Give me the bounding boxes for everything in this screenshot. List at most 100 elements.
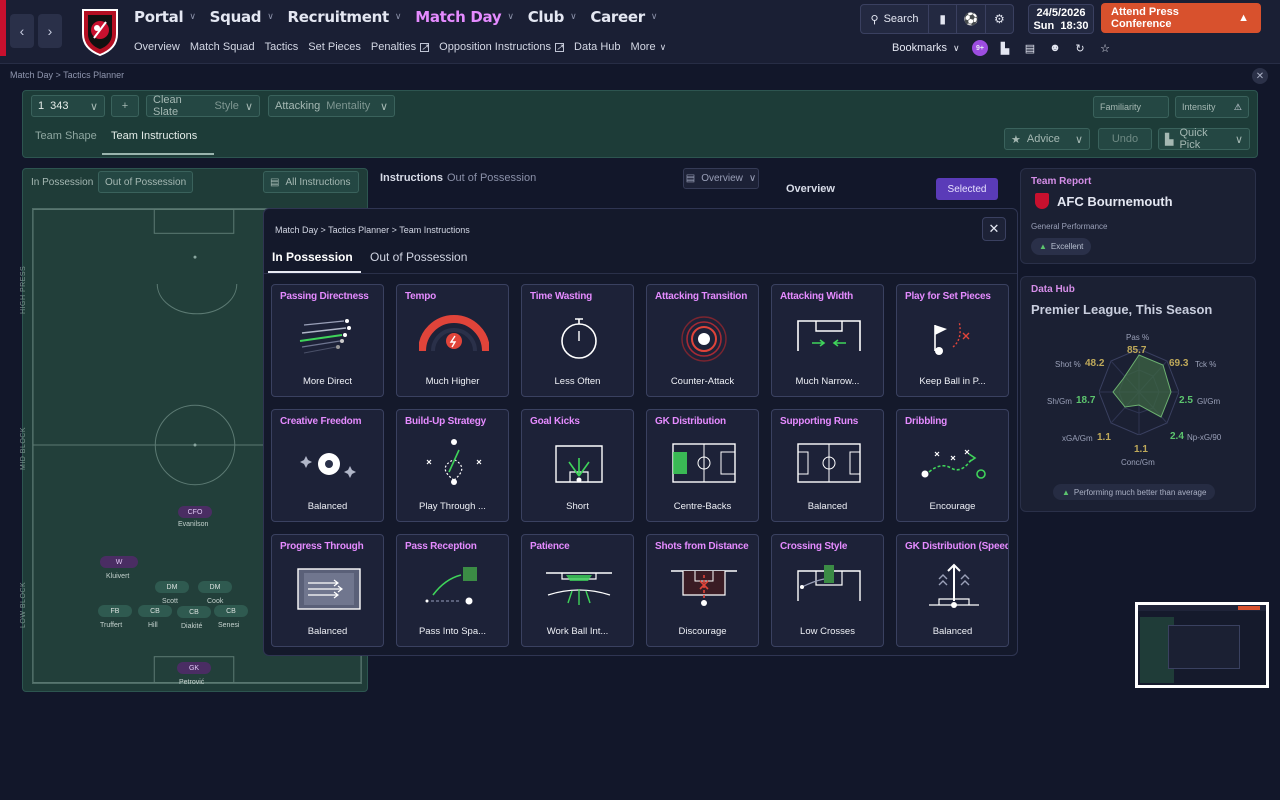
club-crest-icon[interactable] — [80, 6, 120, 56]
close-icon[interactable]: ✕ — [982, 217, 1006, 241]
clipboard-icon[interactable]: ▤ — [1022, 40, 1038, 56]
tab-out-of-possession[interactable]: Out of Possession — [370, 250, 467, 264]
radar-label: Sh/Gm — [1047, 397, 1072, 406]
instruction-card[interactable]: Goal Kicks Short — [521, 409, 634, 522]
close-icon[interactable]: ✕ — [1252, 68, 1268, 84]
player-position-gk[interactable]: GK — [177, 662, 211, 674]
sub-nav: Overview Match Squad Tactics Set Pieces … — [134, 41, 666, 53]
search-icon: ⚲ — [870, 13, 879, 26]
player-position-fb[interactable]: FB — [98, 605, 132, 617]
overview-select[interactable]: ▤ Overview ∨ — [683, 168, 759, 189]
instruction-card[interactable]: Patience Work Ball Int... — [521, 534, 634, 647]
instruction-card[interactable]: Pass Reception Pass Into Spa... — [396, 534, 509, 647]
instruction-card[interactable]: Build-Up Strategy Play Through ... — [396, 409, 509, 522]
divider — [264, 273, 1017, 274]
subnav-opposition-instructions[interactable]: Opposition Instructions ↗ — [439, 41, 565, 53]
subnav-penalties[interactable]: Penalties ↗ — [371, 41, 430, 53]
inbox-badge[interactable]: 9+ — [972, 40, 988, 56]
instruction-card[interactable]: Attacking Width Much Narrow... — [771, 284, 884, 397]
player-position-cb[interactable]: CB — [138, 605, 172, 617]
nav-squad[interactable]: Squad ∨ — [210, 6, 274, 28]
modal-breadcrumb[interactable]: Match Day > Tactics Planner > Team Instr… — [275, 225, 470, 235]
team-report-card[interactable]: Team Report AFC Bournemouth General Perf… — [1020, 168, 1256, 264]
people-icon[interactable]: ☻ — [1047, 40, 1063, 56]
main-nav: Portal ∨ Squad ∨ Recruitment ∨ Match Day ∨ C… — [134, 6, 671, 28]
formation-select[interactable]: 1 343 ∨ — [31, 95, 105, 117]
instruction-card[interactable]: Time Wasting Less Often — [521, 284, 634, 397]
instruction-card[interactable]: GK Distribution Centre-Backs — [646, 409, 759, 522]
subnav-overview[interactable]: Overview — [134, 41, 180, 53]
instruction-card[interactable]: Progress Through Balanced — [271, 534, 384, 647]
mentality-select[interactable]: Attacking Mentality ∨ — [268, 95, 395, 117]
data-hub-card[interactable]: Data Hub Premier League, This Season Pas… — [1020, 276, 1256, 512]
card-value: More Direct — [302, 376, 353, 387]
player-position-cb[interactable]: CB — [177, 606, 211, 618]
minimap-preview[interactable] — [1135, 602, 1269, 688]
subnav-match-squad[interactable]: Match Squad — [190, 41, 255, 53]
familiarity-meter[interactable]: Familiarity — [1093, 96, 1169, 118]
shirt-icon[interactable]: ▙ — [997, 40, 1013, 56]
toggle-in-label: In Possession — [31, 176, 94, 188]
instruction-card[interactable]: Supporting Runs Balanced — [771, 409, 884, 522]
gear-icon[interactable]: ⚙ — [986, 5, 1013, 33]
instruction-card[interactable]: GK Distribution (Speed Balanced — [896, 534, 1009, 647]
subnav-more[interactable]: More ∨ — [631, 41, 667, 53]
all-instructions-button[interactable]: ▤ All Instructions — [263, 171, 359, 193]
player-position-w[interactable]: W — [100, 556, 138, 568]
date-continue[interactable]: 24/5/2026 Sun 18:30 — [1028, 4, 1094, 34]
instruction-card[interactable]: Dribbling Encourage — [896, 409, 1009, 522]
back-button[interactable]: ‹ — [10, 14, 34, 48]
intensity-meter[interactable]: Intensity ⚠ — [1175, 96, 1249, 118]
card-title: Progress Through — [280, 541, 364, 552]
tab-team-instructions[interactable]: Team Instructions — [111, 130, 197, 142]
bookmark-icon[interactable]: ▮ — [929, 5, 958, 33]
top-bar: ‹ › Portal ∨ Squad ∨ Recruitment ∨ Match Da… — [0, 0, 1280, 64]
subnav-data-hub[interactable]: Data Hub — [574, 41, 620, 53]
instruction-card[interactable]: Creative Freedom Balanced — [271, 409, 384, 522]
breadcrumb[interactable]: Match Day > Tactics Planner — [10, 70, 124, 80]
instruction-card[interactable]: Attacking Transition Counter-Attack — [646, 284, 759, 397]
subnav-set-pieces[interactable]: Set Pieces — [308, 41, 361, 53]
nav-recruitment[interactable]: Recruitment ∨ — [288, 6, 402, 28]
attend-press-conference-button[interactable]: Attend Press Conference ▲ — [1101, 3, 1261, 33]
style-value: Clean Slate — [153, 94, 182, 118]
nav-portal[interactable]: Portal ∨ — [134, 6, 196, 28]
instruction-card[interactable]: Shots from Distance Discourage — [646, 534, 759, 647]
search-label: Search — [883, 13, 919, 25]
thumbs-up-icon: ▲ — [1062, 487, 1070, 497]
forward-button[interactable]: › — [38, 14, 62, 48]
instruction-card[interactable]: Crossing Style Low Crosses — [771, 534, 884, 647]
nav-match-day[interactable]: Match Day ∨ — [415, 6, 514, 28]
player-position-cfo[interactable]: CFO — [178, 506, 212, 518]
tab-team-shape[interactable]: Team Shape — [35, 130, 97, 142]
instruction-card[interactable]: Passing Directness More Direct — [271, 284, 384, 397]
mid-block-label: MID BLOCK — [20, 426, 27, 470]
card-value: Balanced — [807, 501, 848, 512]
refresh-icon[interactable]: ↻ — [1072, 40, 1088, 56]
active-tab-indicator — [102, 153, 214, 155]
bookmarks-dropdown[interactable]: Bookmarks ∨ — [892, 42, 960, 54]
selected-button[interactable]: Selected — [936, 178, 998, 200]
ball-icon[interactable]: ⚽ — [957, 5, 986, 33]
nav-career[interactable]: Career ∨ — [590, 6, 657, 28]
instruction-card[interactable]: Play for Set Pieces Keep Ball in P... — [896, 284, 1009, 397]
quick-pick-button[interactable]: ▙ Quick Pick ∨ — [1158, 127, 1250, 151]
advice-button[interactable]: ★ Advice ∨ — [1004, 128, 1090, 150]
nav-club[interactable]: Club ∨ — [528, 6, 577, 28]
trophy-icon[interactable]: ☆ — [1097, 40, 1113, 56]
tab-in-possession[interactable]: In Possession — [272, 250, 353, 264]
instruction-card[interactable]: Tempo Much Higher — [396, 284, 509, 397]
undo-button[interactable]: Undo — [1098, 128, 1152, 150]
sparkle-ball-icon — [300, 453, 356, 478]
chevron-down-icon: ∨ — [953, 42, 960, 53]
player-position-dm[interactable]: DM — [155, 581, 189, 593]
add-tactic-button[interactable]: + — [111, 95, 139, 117]
player-position-cb[interactable]: CB — [214, 605, 248, 617]
subnav-tactics[interactable]: Tactics — [265, 41, 299, 53]
search-button[interactable]: ⚲ Search — [861, 5, 929, 33]
style-select[interactable]: Clean Slate Style ∨ — [146, 94, 260, 118]
in-possession-toggle[interactable]: In Possession — [25, 172, 99, 192]
player-position-dm[interactable]: DM — [198, 581, 232, 593]
card-title: GK Distribution — [655, 416, 726, 427]
out-of-possession-toggle[interactable]: Out of Possession — [98, 171, 194, 193]
